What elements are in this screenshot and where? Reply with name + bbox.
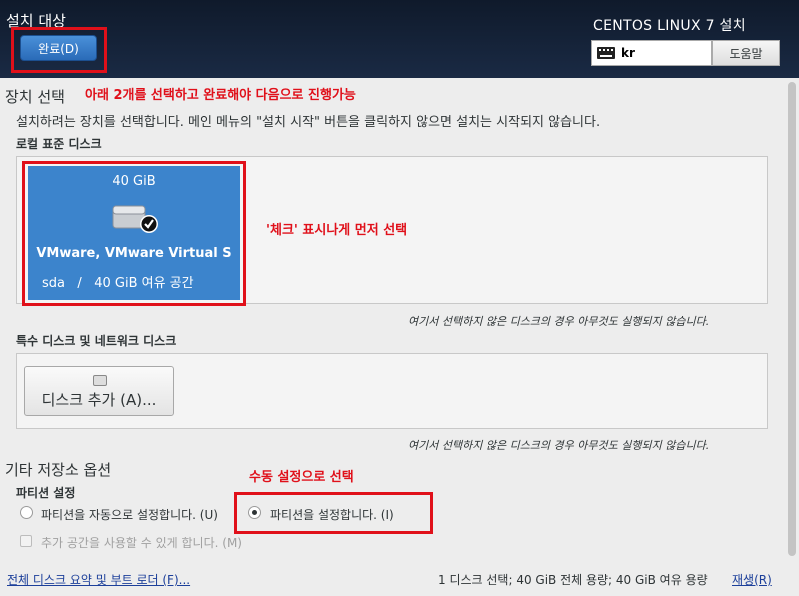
auto-partition-label[interactable]: 파티션을 자동으로 설정합니다. (U) (41, 506, 218, 523)
help-button[interactable]: 도움말 (712, 40, 780, 66)
product-title: CENTOS LINUX 7 설치 (593, 18, 746, 34)
annotation-manual: 수동 설정으로 선택 (249, 470, 354, 485)
keyboard-layout-label: kr (621, 46, 635, 60)
other-options-title: 기타 저장소 옵션 (5, 461, 112, 479)
local-disks-label: 로컬 표준 디스크 (16, 137, 102, 151)
keyboard-layout-indicator[interactable]: kr (591, 40, 712, 66)
annotation-box-manual (234, 492, 433, 534)
rescan-link[interactable]: 재생(R) (732, 571, 772, 588)
annotation-check-first: '체크' 표시나게 먼저 선택 (266, 223, 408, 238)
special-disks-note: 여기서 선택하지 않은 디스크의 경우 아무것도 실행되지 않습니다. (408, 439, 710, 452)
special-disks-label: 특수 디스크 및 네트워크 디스크 (16, 334, 177, 348)
annotation-box-disk (22, 161, 246, 306)
full-disk-summary-link[interactable]: 전체 디스크 요약 및 부트 로더 (F)... (7, 571, 190, 588)
annotation-box-done (11, 27, 107, 73)
device-selection-title: 장치 선택 (5, 88, 65, 106)
disk-selection-status: 1 디스크 선택; 40 GiB 전체 용량; 40 GiB 여유 용량 (438, 573, 708, 587)
add-disk-button[interactable]: 디스크 추가 (A)... (24, 366, 174, 416)
local-disks-note: 여기서 선택하지 않은 디스크의 경우 아무것도 실행되지 않습니다. (408, 315, 710, 328)
add-disk-label: 디스크 추가 (A)... (41, 391, 157, 409)
device-selection-description: 설치하려는 장치를 선택합니다. 메인 메뉴의 "설치 시작" 버튼을 클릭하지… (16, 115, 601, 130)
scrollbar-thumb[interactable] (788, 82, 796, 556)
extra-space-checkbox[interactable] (20, 535, 32, 547)
header-bar: 설치 대상 완료(D) CENTOS LINUX 7 설치 kr 도움말 (0, 0, 799, 78)
annotation-select-two: 아래 2개를 선택하고 완료해야 다음으로 진행가능 (85, 88, 356, 103)
keyboard-icon (597, 47, 615, 59)
auto-partition-radio[interactable] (20, 506, 33, 519)
scrollbar[interactable] (785, 78, 799, 596)
extra-space-label: 추가 공간을 사용할 수 있게 합니다. (M) (41, 536, 242, 550)
disk-add-icon (93, 375, 107, 386)
partition-settings-label: 파티션 설정 (16, 486, 76, 500)
